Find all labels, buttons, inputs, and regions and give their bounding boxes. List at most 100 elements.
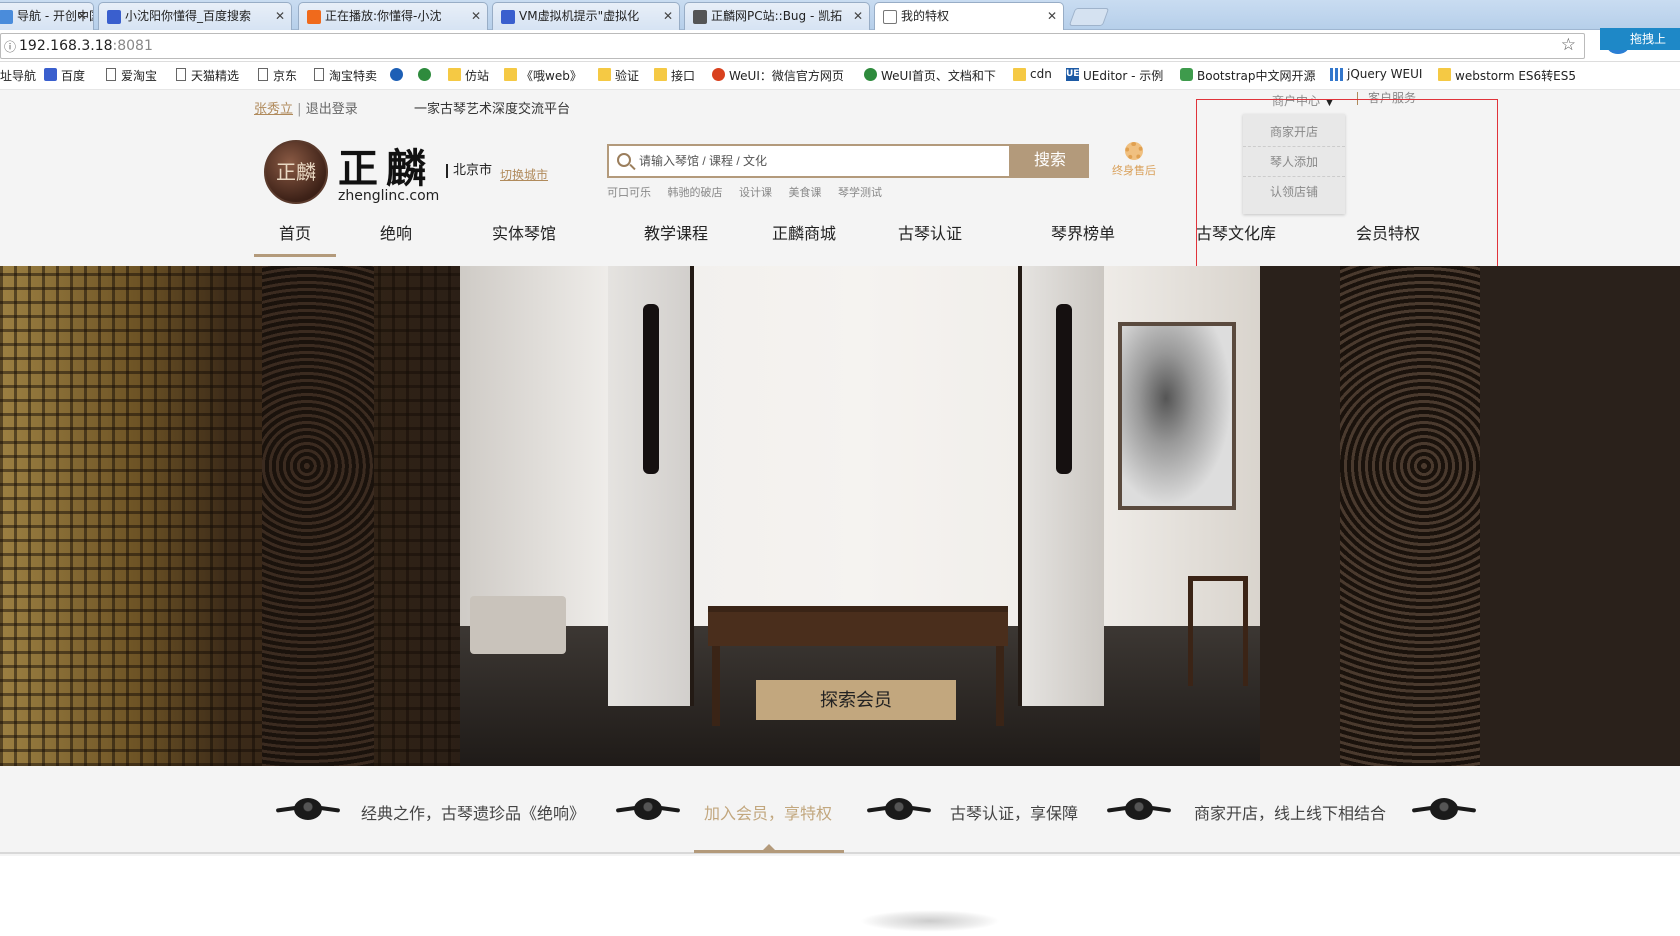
dropdown-item-open-shop[interactable]: 商家开店 <box>1243 117 1345 147</box>
browser-tab[interactable]: VM虚拟机提示"虚拟化 ✕ <box>492 2 680 30</box>
close-icon[interactable]: ✕ <box>663 3 673 29</box>
close-icon[interactable]: ✕ <box>471 3 481 29</box>
nav-item-courses[interactable]: 教学课程 <box>644 220 708 254</box>
bookmark-folder[interactable]: cdn <box>1013 67 1052 81</box>
logo-seal[interactable]: 正麟 <box>264 140 328 204</box>
explore-membership-button[interactable]: 探索会员 <box>756 680 956 720</box>
hero-carved-panel <box>1340 266 1480 766</box>
page-icon <box>883 10 897 24</box>
paw-icon <box>44 68 57 81</box>
bookmark-item[interactable]: 爱淘宝 <box>104 67 157 84</box>
bookmark-item[interactable]: 百度 <box>44 67 85 84</box>
browser-tab-bar: 导航 - 开创中国 ✕ 小沈阳你懂得_百度搜索 ✕ 正在播放:你懂得-小沈 ✕ … <box>0 0 1680 31</box>
bookmark-item[interactable]: 淘宝特卖 <box>312 67 377 84</box>
caret-down-icon: ▼ <box>1326 98 1333 108</box>
switch-city-link[interactable]: 切换城市 <box>500 166 548 183</box>
feature-item[interactable]: 古琴认证，享保障 <box>950 800 1078 824</box>
bookmark-folder[interactable]: 接口 <box>654 67 695 84</box>
search-button[interactable]: 搜索 <box>1011 144 1089 178</box>
nav-item-home[interactable]: 首页 <box>254 220 337 257</box>
merchant-center-label: 商户中心 <box>1272 94 1321 108</box>
gear-badge-icon <box>1125 142 1143 160</box>
hero-carved-panel <box>262 266 374 766</box>
extension-drag-upload[interactable]: 拖拽上 <box>1600 28 1680 50</box>
bookmark-folder[interactable]: 仿站 <box>448 67 489 84</box>
nav-item-member-privileges[interactable]: 会员特权 <box>1356 220 1420 254</box>
ue-icon: UE <box>1066 68 1080 81</box>
customer-service-link[interactable]: 客户服务 <box>1357 92 1416 105</box>
grid-icon <box>1330 68 1343 81</box>
browser-tab[interactable]: 正麟网PC站::Bug - 凯拓 ✕ <box>684 2 870 30</box>
bookmark-item[interactable]: WeUI首页、文档和下 <box>864 67 996 84</box>
url-text: 192.168.3.18:8081 <box>19 38 153 54</box>
bookmark-item[interactable]: WeUI：微信官方网页 <box>712 67 844 84</box>
chrome-icon <box>390 68 403 81</box>
chrome-icon <box>418 68 431 81</box>
close-icon[interactable]: ✕ <box>1047 3 1057 29</box>
nav-item-rankings[interactable]: 琴界榜单 <box>1051 220 1115 254</box>
bookmark-item[interactable]: 址导航 <box>0 67 36 84</box>
hero-guqin-image <box>643 304 659 474</box>
url-field[interactable]: ⓘ 192.168.3.18:8081 ☆ <box>0 33 1585 59</box>
bookmark-folder[interactable]: 验证 <box>598 67 639 84</box>
browser-tab[interactable]: 导航 - 开创中国 ✕ <box>0 2 94 30</box>
tab-title: VM虚拟机提示"虚拟化 <box>519 9 640 23</box>
nav-item-mall[interactable]: 正麟商城 <box>772 220 836 254</box>
bookmark-item[interactable]: 京东 <box>256 67 297 84</box>
weui-icon <box>712 68 725 81</box>
nav-item-culture-library[interactable]: 古琴文化库 <box>1196 220 1276 254</box>
nav-item-juexiang[interactable]: 绝响 <box>380 220 412 254</box>
folder-icon <box>598 68 611 81</box>
hot-word[interactable]: 可口可乐 <box>607 186 651 199</box>
folder-icon <box>654 68 667 81</box>
folder-icon <box>448 68 461 81</box>
cloud-ornament-icon <box>866 796 932 822</box>
hot-word[interactable]: 琴学测试 <box>838 186 882 199</box>
feature-item[interactable]: 经典之作，古琴遗珍品《绝响》 <box>361 800 585 824</box>
bookmark-item[interactable]: jQuery WEUI <box>1330 67 1422 81</box>
dropdown-item-add-player[interactable]: 琴人添加 <box>1243 147 1345 177</box>
after-sale-badge[interactable]: 终身售后 <box>1106 142 1162 178</box>
bookmark-folder[interactable]: 《哦web》 <box>504 67 582 84</box>
hot-word[interactable]: 美食课 <box>789 186 822 199</box>
close-icon[interactable]: ✕ <box>853 3 863 29</box>
bookmark-item[interactable]: Bootstrap中文网开源 <box>1180 67 1315 84</box>
bookmark-folder[interactable]: webstorm ES6转ES5 <box>1438 67 1576 84</box>
dropdown-item-claim-shop[interactable]: 认领店铺 <box>1243 177 1345 207</box>
search-input[interactable] <box>639 146 999 176</box>
browser-tab[interactable]: 小沈阳你懂得_百度搜索 ✕ <box>98 2 292 30</box>
current-city: 北京市 <box>446 164 492 178</box>
logo-name[interactable]: 正麟 <box>338 136 434 194</box>
hero-sofa <box>470 596 566 654</box>
baidu-paw-icon <box>107 10 121 24</box>
hot-word[interactable]: 设计课 <box>739 186 772 199</box>
main-nav: 首页 绝响 实体琴馆 教学课程 正麟商城 古琴认证 琴界榜单 古琴文化库 会员特… <box>0 212 1680 257</box>
cloud-ornament-icon <box>275 796 341 822</box>
browser-tab-active[interactable]: 我的特权 ✕ <box>874 2 1064 31</box>
bookmark-item[interactable]: UE UEditor - 示例 <box>1066 67 1163 84</box>
bookmark-item[interactable]: 天猫精选 <box>174 67 239 84</box>
logout-link[interactable]: 退出登录 <box>306 102 358 117</box>
merchant-dropdown: 商家开店 琴人添加 认领店铺 <box>1243 114 1345 214</box>
merchant-center-menu[interactable]: 商户中心 ▼ <box>1272 92 1333 109</box>
active-feature-indicator <box>694 844 844 853</box>
separator: | <box>297 102 302 117</box>
feature-item[interactable]: 商家开店，线上线下相结合 <box>1194 800 1386 824</box>
baidu-paw-icon <box>501 10 515 24</box>
close-icon[interactable]: ✕ <box>77 3 87 29</box>
hero-banner: 探索会员 <box>0 266 1680 766</box>
bookmark-star-icon[interactable]: ☆ <box>1561 35 1576 55</box>
info-icon[interactable]: ⓘ <box>4 38 16 55</box>
new-tab-button[interactable] <box>1068 8 1110 26</box>
feature-item-active[interactable]: 加入会员，享特权 <box>704 800 832 824</box>
hot-word[interactable]: 韩驰的破店 <box>668 186 723 199</box>
username-link[interactable]: 张秀立 <box>254 102 293 117</box>
close-icon[interactable]: ✕ <box>275 3 285 29</box>
page-icon <box>258 68 268 81</box>
bug-tracker-icon <box>693 10 707 24</box>
search-icon <box>617 153 631 167</box>
browser-tab[interactable]: 正在播放:你懂得-小沈 ✕ <box>298 2 488 30</box>
nav-item-certification[interactable]: 古琴认证 <box>898 220 962 254</box>
nav-item-guqin-halls[interactable]: 实体琴馆 <box>492 220 556 254</box>
hero-ink-painting <box>1118 322 1236 510</box>
